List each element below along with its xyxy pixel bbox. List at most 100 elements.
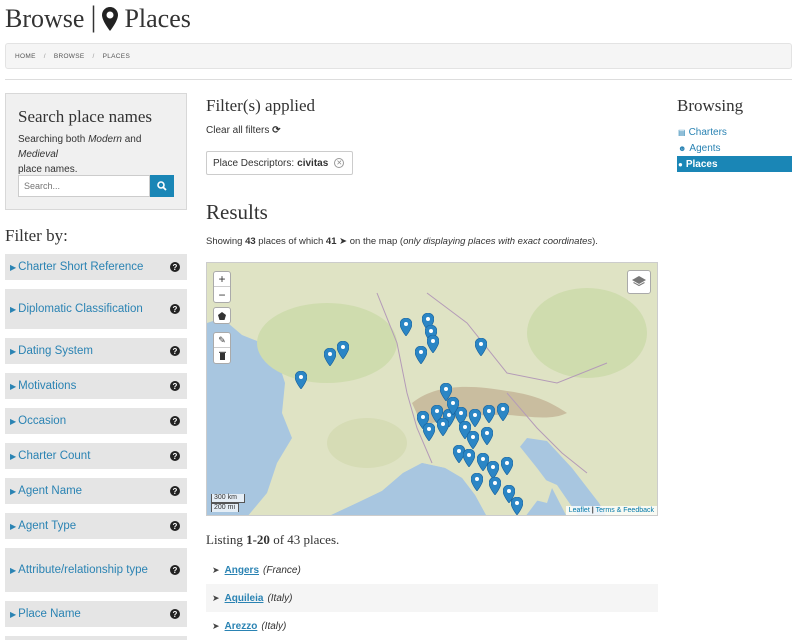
layers-icon <box>632 276 646 287</box>
browse-places-link[interactable]: ● Places <box>677 156 792 172</box>
map-marker[interactable] <box>471 473 483 491</box>
delete-layers-button[interactable] <box>214 348 230 363</box>
map-marker-icon <box>102 6 119 31</box>
search-button[interactable] <box>150 175 174 197</box>
help-icon[interactable]: ? <box>170 486 180 496</box>
browse-nav: ▤ Charters ☻ Agents ● Places <box>677 124 792 172</box>
filter-agent-name[interactable]: ▶ Agent Name? <box>5 478 187 504</box>
map-marker[interactable] <box>481 427 493 445</box>
header-divider <box>5 79 792 80</box>
page-title: Browse | Places <box>5 0 191 34</box>
location-arrow-icon: ➤ <box>212 592 220 603</box>
browse-charters-link[interactable]: ▤ Charters <box>677 124 792 140</box>
map-marker[interactable] <box>423 423 435 441</box>
zoom-control: + − <box>213 271 231 303</box>
listing-summary: Listing 1-20 of 43 places. <box>206 532 340 547</box>
help-icon[interactable]: ? <box>170 416 180 426</box>
edit-layers-button[interactable]: ✎ <box>214 333 230 348</box>
remove-filter-icon[interactable]: ✕ <box>334 158 345 168</box>
help-icon[interactable]: ? <box>170 451 180 461</box>
draw-polygon-button[interactable] <box>214 308 230 323</box>
filter-charter-short-reference[interactable]: ▶ Charter Short Reference? <box>5 254 187 280</box>
draw-polygon-control <box>213 307 231 324</box>
pentagon-icon <box>218 311 226 320</box>
help-icon[interactable]: ? <box>170 609 180 619</box>
filter-list: ▶ Charter Short Reference? ▶ Diplomatic Cl… <box>5 254 187 640</box>
breadcrumb-divider: / <box>43 52 46 60</box>
map-marker-icon: ● <box>678 159 683 169</box>
breadcrumb: HOME / BROWSE / PLACES <box>5 43 792 69</box>
help-icon[interactable]: ? <box>170 521 180 531</box>
breadcrumb-browse[interactable]: BROWSE <box>54 53 85 60</box>
map-marker[interactable] <box>475 338 487 356</box>
help-icon[interactable]: ? <box>170 565 180 575</box>
results-summary: Showing 43 places of which 41 ➤ on the m… <box>206 236 598 247</box>
search-input[interactable] <box>18 175 150 197</box>
location-arrow-icon: ➤ <box>339 236 348 247</box>
filters-applied-title: Filter(s) applied <box>206 96 316 115</box>
breadcrumb-home[interactable]: HOME <box>15 53 36 60</box>
leaflet-link[interactable]: Leaflet <box>569 507 590 514</box>
filter-title: Filter by: <box>5 226 68 245</box>
zoom-out-button[interactable]: − <box>214 287 230 302</box>
page-title-places: Places <box>124 3 191 33</box>
page-title-browse: Browse <box>5 3 85 33</box>
search-icon <box>157 181 167 191</box>
filter-occasion[interactable]: ▶ Occasion? <box>5 408 187 434</box>
map-marker[interactable] <box>489 477 501 495</box>
browse-agents-link[interactable]: ☻ Agents <box>677 140 792 156</box>
filter-charter-count[interactable]: ▶ Charter Count? <box>5 443 187 469</box>
applied-filter-chip: Place Descriptors: civitas ✕ <box>206 151 354 175</box>
place-link[interactable]: Aquileia <box>225 593 264 604</box>
map-marker[interactable] <box>415 346 427 364</box>
place-link[interactable]: Arezzo <box>225 621 258 632</box>
caret-right-icon: ▶ <box>10 565 17 575</box>
clear-all-filters-link[interactable]: Clear all filters ⟳ <box>206 125 281 136</box>
map-marker[interactable] <box>400 318 412 336</box>
filter-place-name[interactable]: ▶ Place Name? <box>5 601 187 627</box>
map-marker[interactable] <box>447 397 459 415</box>
layers-button[interactable] <box>627 270 651 294</box>
search-row <box>18 175 174 197</box>
results-title: Results <box>206 200 268 224</box>
map-marker[interactable] <box>467 431 479 449</box>
map-marker[interactable] <box>501 457 513 475</box>
place-link[interactable]: Angers <box>225 565 259 576</box>
map-tiles <box>207 263 657 515</box>
filter-item[interactable] <box>5 636 187 640</box>
terms-link[interactable]: Terms & Feedback <box>596 507 654 514</box>
caret-right-icon: ▶ <box>10 304 17 314</box>
help-icon[interactable]: ? <box>170 346 180 356</box>
caret-right-icon: ▶ <box>10 521 17 531</box>
help-icon[interactable]: ? <box>170 304 180 314</box>
map-marker[interactable] <box>324 348 336 366</box>
document-icon: ▤ <box>678 127 686 137</box>
location-arrow-icon: ➤ <box>212 564 220 575</box>
map-marker[interactable] <box>337 341 349 359</box>
help-icon[interactable]: ? <box>170 381 180 391</box>
caret-right-icon: ▶ <box>10 381 17 391</box>
caret-right-icon: ▶ <box>10 416 17 426</box>
caret-right-icon: ▶ <box>10 451 17 461</box>
map-marker[interactable] <box>295 371 307 389</box>
zoom-in-button[interactable]: + <box>214 272 230 287</box>
caret-right-icon: ▶ <box>10 262 17 272</box>
caret-right-icon: ▶ <box>10 486 17 496</box>
map-marker[interactable] <box>463 449 475 467</box>
filter-attribute-relationship-type[interactable]: ▶ Attribute/relationship type? <box>5 548 187 592</box>
filter-motivations[interactable]: ▶ Motivations? <box>5 373 187 399</box>
results-map[interactable]: + − ✎ 300 km 200 mi Leaflet | Terms & Fe… <box>206 262 658 516</box>
search-title: Search place names <box>18 107 153 126</box>
help-icon[interactable]: ? <box>170 262 180 272</box>
filter-agent-type[interactable]: ▶ Agent Type? <box>5 513 187 539</box>
location-arrow-icon: ➤ <box>212 620 220 631</box>
trash-icon <box>218 351 226 360</box>
map-marker[interactable] <box>511 497 523 515</box>
filter-dating-system[interactable]: ▶ Dating System? <box>5 338 187 364</box>
map-marker[interactable] <box>437 418 449 436</box>
map-marker[interactable] <box>427 335 439 353</box>
map-marker[interactable] <box>483 405 495 423</box>
filter-diplomatic-classification[interactable]: ▶ Diplomatic Classification? <box>5 289 187 329</box>
map-marker[interactable] <box>497 403 509 421</box>
breadcrumb-divider: / <box>92 52 95 60</box>
